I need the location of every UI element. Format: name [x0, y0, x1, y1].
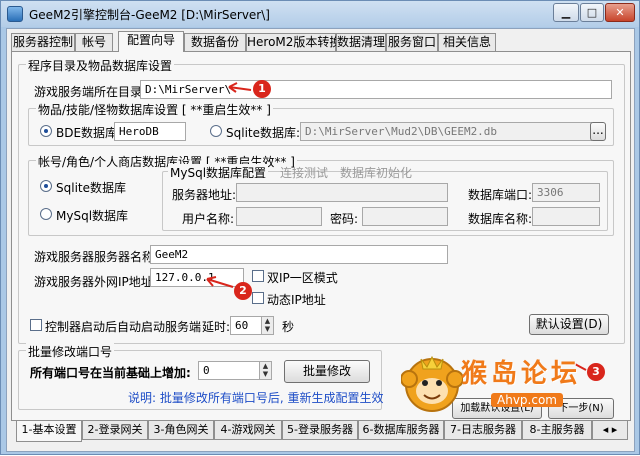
tab-basic-settings[interactable]: 1-基本设置: [16, 421, 82, 442]
watermark-text: 猴岛论坛: [461, 359, 582, 389]
marker-1: 1: [253, 80, 271, 98]
watermark-sub: Ahvp.com: [491, 393, 563, 407]
tab-config-wizard[interactable]: 配置向导: [118, 31, 184, 52]
watermark: 猴岛论坛 Ahvp.com: [401, 349, 611, 421]
arrow-1: [228, 82, 252, 93]
monkey-logo-icon: [401, 355, 463, 412]
marker-2: 2: [234, 282, 252, 300]
arrow-2: [206, 276, 234, 288]
main-window: GeeM2引擎控制台-GeeM2 [D:\MirServer\] ▁ □ ✕ 服…: [0, 0, 640, 455]
